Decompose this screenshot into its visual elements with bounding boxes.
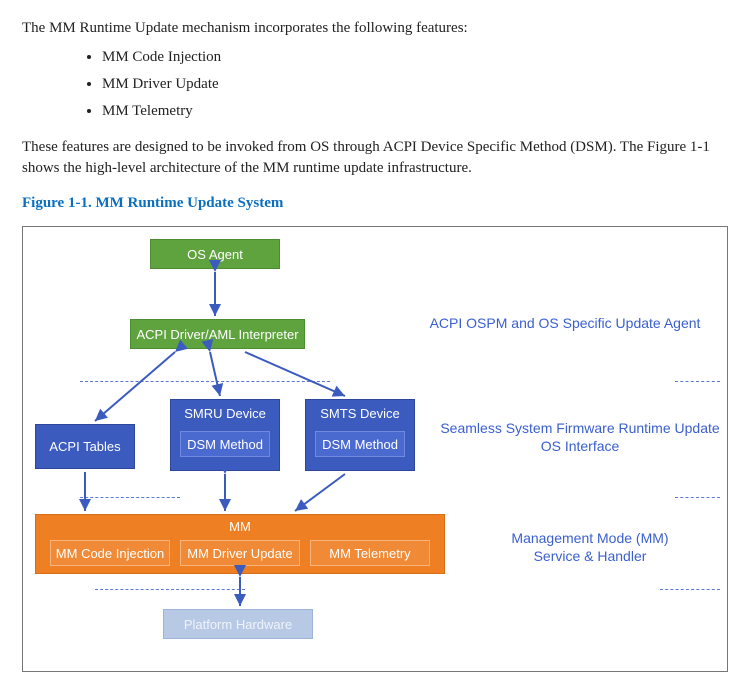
dash-line: [660, 589, 720, 590]
label-line: Seamless System Firmware Runtime Update: [440, 420, 719, 436]
smru-device-box: SMRU Device DSM Method: [170, 399, 280, 471]
dash-line: [80, 497, 180, 498]
acpi-driver-box: ACPI Driver/AML Interpreter: [130, 319, 305, 349]
mm-label: MM: [229, 519, 251, 534]
dash-line: [95, 589, 245, 590]
description-text: These features are designed to be invoke…: [22, 137, 728, 179]
acpi-tables-box: ACPI Tables: [35, 424, 135, 469]
dash-line: [675, 381, 720, 382]
mm-code-injection-box: MM Code Injection: [50, 540, 170, 566]
feature-item: MM Telemetry: [102, 101, 728, 122]
dsm-method-box: DSM Method: [180, 431, 270, 457]
platform-hardware-box: Platform Hardware: [163, 609, 313, 639]
dsm-method-box: DSM Method: [315, 431, 405, 457]
layer-label-seamless: Seamless System Firmware Runtime Update …: [435, 419, 725, 455]
dash-line: [80, 381, 330, 382]
figure-caption: Figure 1-1. MM Runtime Update System: [22, 193, 728, 214]
label-line: Service & Handler: [534, 548, 647, 564]
mm-telemetry-box: MM Telemetry: [310, 540, 430, 566]
intro-text: The MM Runtime Update mechanism incorpor…: [22, 18, 728, 39]
label-line: Management Mode (MM): [511, 530, 668, 546]
diagram: OS Agent ACPI Driver/AML Interpreter ACP…: [35, 239, 735, 639]
feature-item: MM Driver Update: [102, 74, 728, 95]
smru-label: SMRU Device: [184, 406, 266, 421]
layer-label-mm: Management Mode (MM) Service & Handler: [475, 529, 705, 565]
figure-box: OS Agent ACPI Driver/AML Interpreter ACP…: [22, 226, 728, 672]
smts-label: SMTS Device: [320, 406, 399, 421]
os-agent-box: OS Agent: [150, 239, 280, 269]
feature-list: MM Code Injection MM Driver Update MM Te…: [102, 47, 728, 122]
feature-item: MM Code Injection: [102, 47, 728, 68]
label-line: OS Interface: [541, 438, 620, 454]
dash-line: [675, 497, 720, 498]
smts-device-box: SMTS Device DSM Method: [305, 399, 415, 471]
mm-driver-update-box: MM Driver Update: [180, 540, 300, 566]
layer-label-ospm: ACPI OSPM and OS Specific Update Agent: [415, 314, 715, 332]
mm-box: MM MM Code Injection MM Driver Update MM…: [35, 514, 445, 574]
